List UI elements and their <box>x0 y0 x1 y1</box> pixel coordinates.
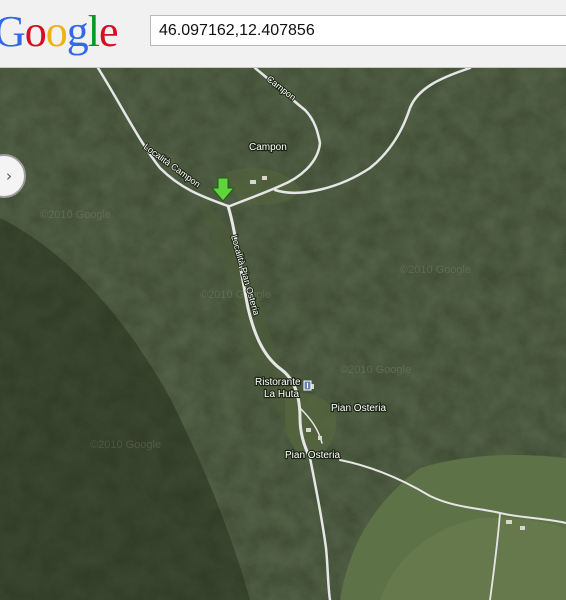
building <box>306 428 311 432</box>
satellite-map[interactable]: ©2010 Google ©2010 Google ©2010 Google ©… <box>0 68 566 600</box>
pan-right-icon[interactable]: › <box>6 167 12 185</box>
place-label-pian-osteria-south: Pian Osteria <box>285 450 340 461</box>
building <box>520 526 525 530</box>
restaurant-icon[interactable] <box>303 380 312 391</box>
imagery-watermark: ©2010 Google <box>40 209 111 221</box>
map-canvas[interactable]: ©2010 Google ©2010 Google ©2010 Google ©… <box>0 68 566 600</box>
place-label-la-huta: La Huta <box>264 389 299 400</box>
logo-letter: o <box>45 7 68 56</box>
place-label-campon: Campon <box>249 142 287 153</box>
imagery-watermark: ©2010 Google <box>90 439 161 451</box>
place-label-ristorante: Ristorante <box>255 377 301 388</box>
logo-letter: e <box>99 7 119 56</box>
imagery-watermark: ©2010 Google <box>340 364 411 376</box>
building <box>318 436 322 440</box>
logo-letter: l <box>87 7 100 56</box>
search-input[interactable] <box>150 15 566 46</box>
top-bar: Google <box>0 0 566 68</box>
place-label-pian-osteria-east: Pian Osteria <box>331 403 386 414</box>
google-logo[interactable]: Google <box>0 7 119 56</box>
logo-letter: o <box>24 7 47 56</box>
building <box>506 520 512 524</box>
imagery-watermark: ©2010 Google <box>400 264 471 276</box>
logo-letter: g <box>66 7 89 56</box>
logo-letter: G <box>0 7 26 56</box>
building <box>262 176 267 180</box>
building <box>250 180 256 184</box>
imagery-watermark: ©2010 Google <box>200 289 271 301</box>
